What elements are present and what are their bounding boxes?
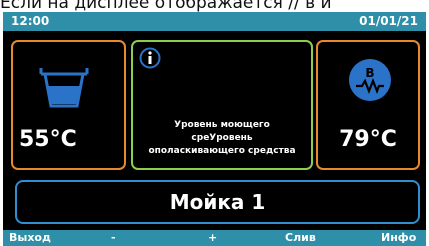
message-line: Уровень моющего <box>174 120 270 130</box>
message-text: Уровень моющего среУровень ополаскивающе… <box>137 119 307 158</box>
message-panel[interactable]: Уровень моющего среУровень ополаскивающе… <box>131 40 313 170</box>
message-line: ополаскивающего средства <box>148 146 296 156</box>
softkey-bar: Выход - + Слив Инфо <box>3 230 426 246</box>
drain-button[interactable]: Слив <box>285 230 316 246</box>
boiler-icon-letter: B <box>365 66 374 80</box>
status-bar: 12:00 01/01/21 <box>3 12 426 31</box>
document-caption: Если на дисплее отображается // в и <box>0 0 332 12</box>
tank-temperature-panel[interactable]: 55°C <box>11 40 126 170</box>
clock-time: 12:00 <box>11 14 50 28</box>
info-button[interactable]: Инфо <box>381 230 416 246</box>
display-screen: 12:00 01/01/21 55°C Уровень моющего среУ… <box>3 12 426 246</box>
clock-date: 01/01/21 <box>359 14 418 28</box>
boiler-temperature-panel[interactable]: B 79°C <box>316 40 420 170</box>
boiler-temperature: 79°C <box>339 127 397 152</box>
info-icon[interactable] <box>139 47 161 69</box>
minus-button[interactable]: - <box>111 230 116 246</box>
boiler-icon: B <box>349 59 391 101</box>
tank-icon <box>39 68 89 108</box>
plus-button[interactable]: + <box>208 230 217 246</box>
exit-button[interactable]: Выход <box>9 230 51 246</box>
message-line: среУровень <box>191 133 253 143</box>
program-selector[interactable]: Мойка 1 <box>15 180 420 224</box>
tank-temperature: 55°C <box>19 127 77 152</box>
